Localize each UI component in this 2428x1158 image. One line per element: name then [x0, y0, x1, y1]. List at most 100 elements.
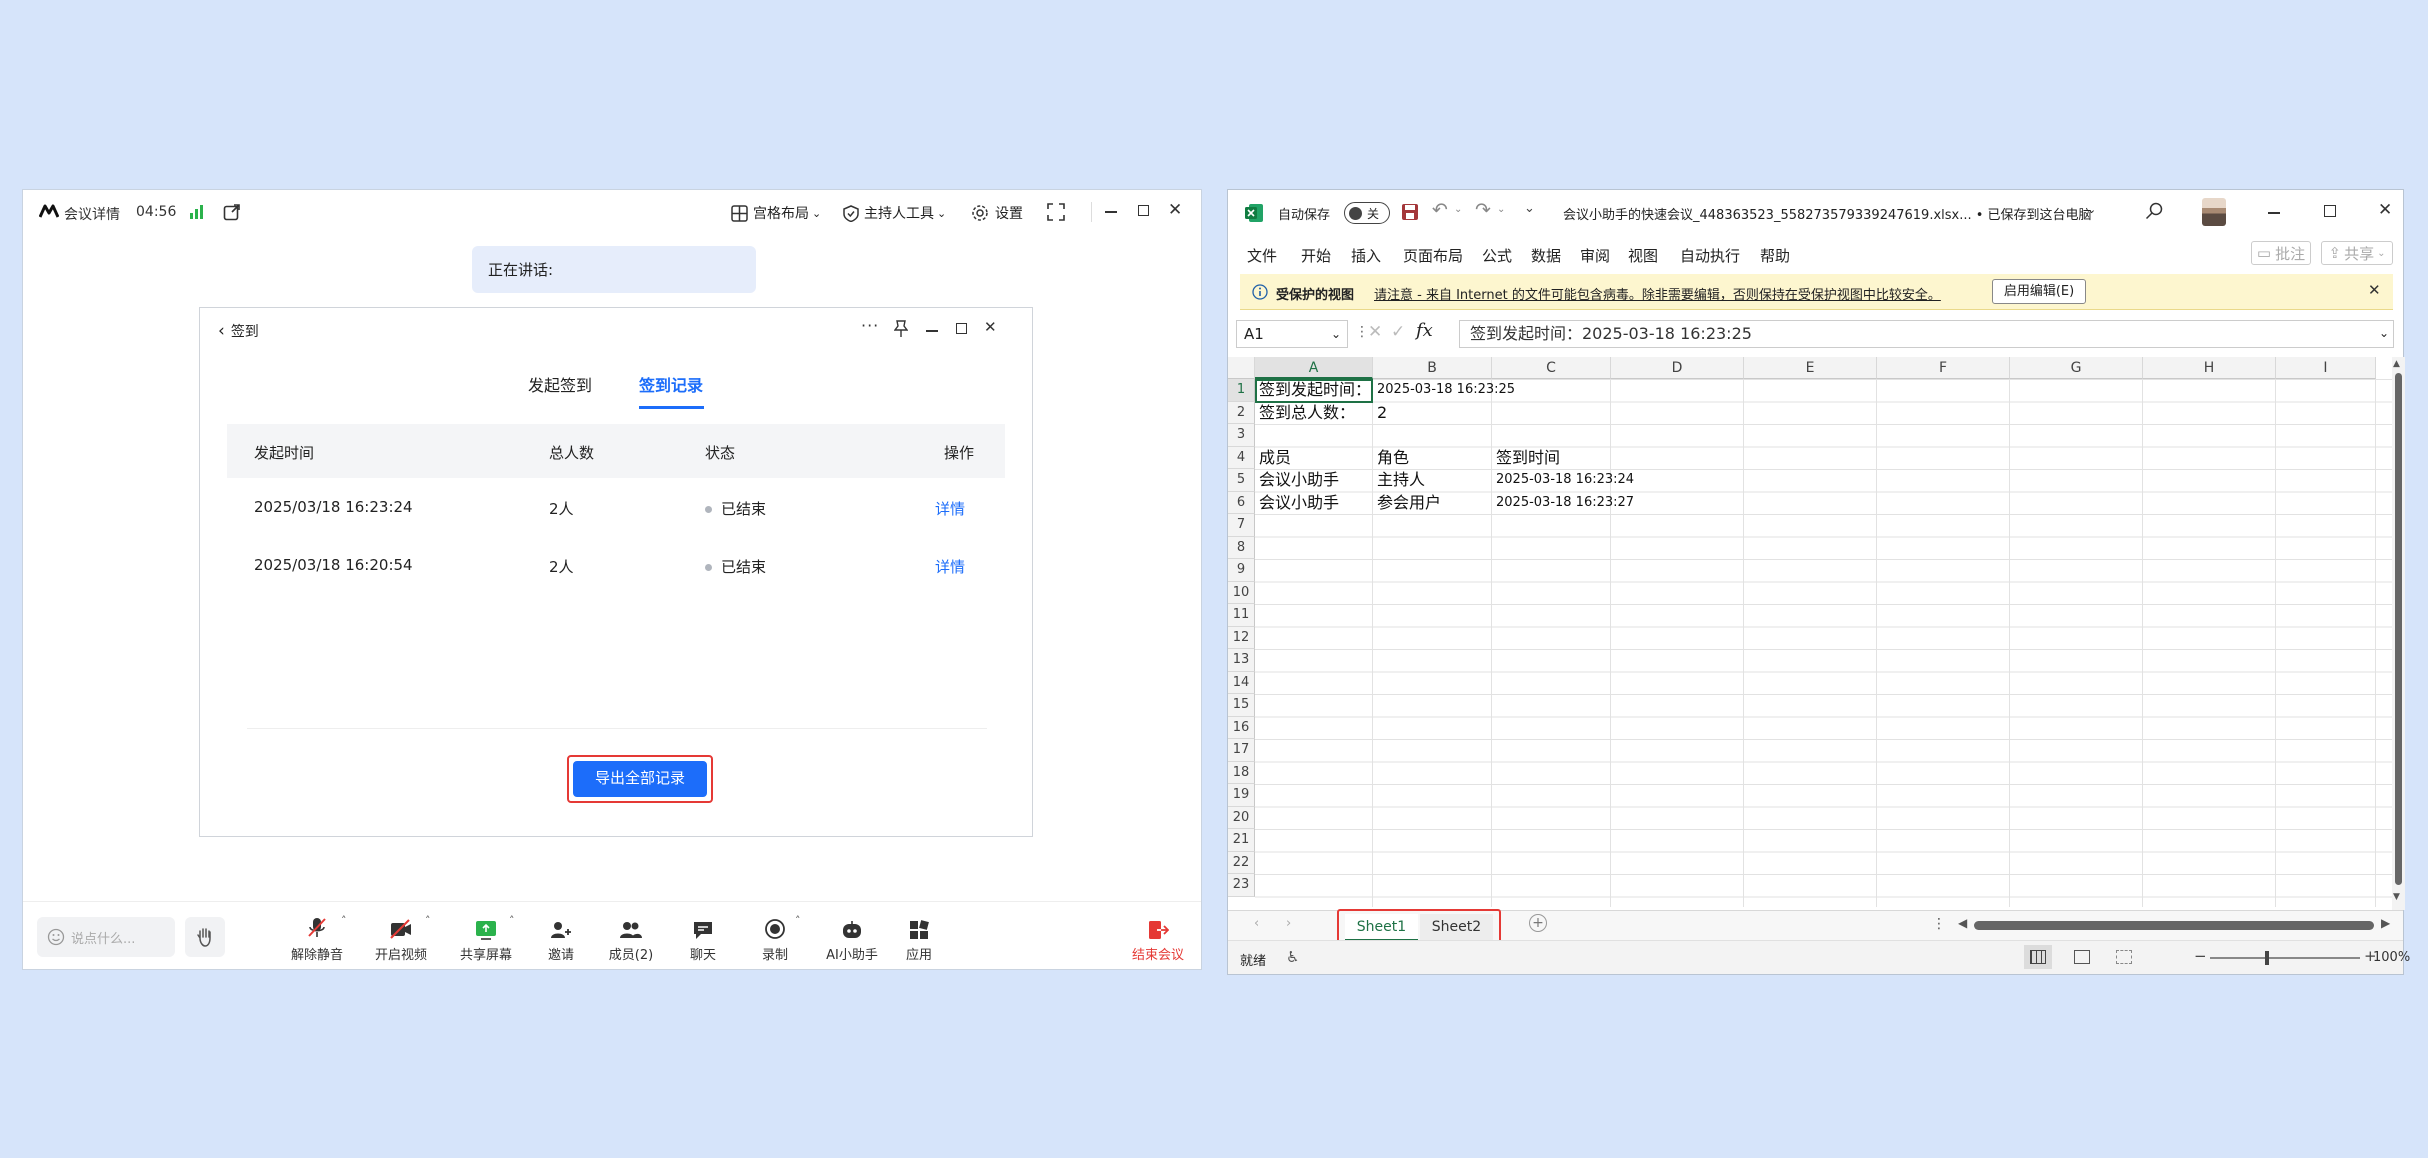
search-icon[interactable] [2145, 202, 2163, 220]
dialog-minimize-icon[interactable] [926, 330, 938, 332]
external-link-icon[interactable] [223, 203, 241, 221]
invite-button[interactable]: 邀请 [539, 916, 583, 963]
cell-c4[interactable]: 签到时间 [1493, 447, 1560, 470]
row-header-5[interactable]: 5 [1228, 469, 1255, 492]
menu-insert[interactable]: 插入 [1351, 245, 1381, 266]
menu-review[interactable]: 审阅 [1580, 245, 1610, 266]
chevron-down-icon[interactable]: ⌄ [2087, 203, 2096, 216]
customize-toolbar-icon[interactable]: ⌄ [1524, 201, 1535, 216]
page-break-view-icon[interactable] [2116, 950, 2132, 964]
chevron-down-icon[interactable]: ⌄ [1497, 204, 1505, 215]
scroll-left-icon[interactable]: ◀ [1958, 916, 1967, 930]
check-icon[interactable]: ✓ [1391, 322, 1405, 342]
column-header-d[interactable]: D [1611, 357, 1744, 379]
row-header-9[interactable]: 9 [1228, 559, 1255, 582]
tab-splitter-icon[interactable]: ⋮ [1932, 916, 1946, 932]
menu-page-layout[interactable]: 页面布局 [1403, 245, 1463, 266]
maximize-icon[interactable] [1138, 205, 1149, 216]
redo-icon[interactable]: ↷ [1475, 199, 1491, 221]
column-header-c[interactable]: C [1492, 357, 1611, 379]
row-header-1[interactable]: 1 [1228, 379, 1255, 402]
row-header-16[interactable]: 16 [1228, 716, 1255, 739]
row-header-12[interactable]: 12 [1228, 626, 1255, 649]
enable-editing-button[interactable]: 启用编辑(E) [1992, 279, 2086, 304]
row-header-19[interactable]: 19 [1228, 784, 1255, 807]
layout-button[interactable]: 宫格布局 ⌄ [731, 203, 821, 223]
tab-start-signin[interactable]: 发起签到 [528, 372, 592, 396]
select-all-corner[interactable] [1228, 357, 1255, 379]
chevron-up-icon[interactable]: ˄ [341, 914, 347, 927]
cancel-icon[interactable]: ✕ [1368, 322, 1382, 342]
cell-b2[interactable]: 2 [1374, 402, 1387, 425]
menu-formulas[interactable]: 公式 [1482, 245, 1512, 266]
chat-button[interactable]: 聊天 [681, 916, 725, 963]
formula-bar-menu-icon[interactable]: ⋮ [1355, 324, 1369, 340]
avatar[interactable] [2202, 198, 2226, 226]
cell-a6[interactable]: 会议小助手 [1256, 492, 1339, 515]
meeting-details-label[interactable]: 会议详情 [64, 204, 120, 224]
menu-help[interactable]: 帮助 [1760, 245, 1790, 266]
details-link[interactable]: 详情 [935, 556, 965, 577]
close-icon[interactable]: ✕ [2378, 200, 2392, 220]
fullscreen-icon[interactable] [1047, 203, 1065, 221]
cell-a4[interactable]: 成员 [1256, 447, 1291, 470]
raise-hand-button[interactable] [185, 917, 225, 957]
name-box[interactable]: A1 ⌄ [1236, 320, 1348, 348]
row-header-4[interactable]: 4 [1228, 446, 1255, 469]
column-header-a[interactable]: A [1255, 357, 1373, 379]
pin-icon[interactable] [894, 320, 908, 338]
cell-c5[interactable]: 2025-03-18 16:23:24 [1493, 469, 1634, 492]
row-header-2[interactable]: 2 [1228, 401, 1255, 424]
row-header-3[interactable]: 3 [1228, 424, 1255, 447]
column-header-f[interactable]: F [1877, 357, 2010, 379]
menu-home[interactable]: 开始 [1301, 245, 1331, 266]
more-icon[interactable]: ··· [861, 316, 879, 335]
cell-b5[interactable]: 主持人 [1374, 469, 1425, 492]
cell-b1[interactable]: 2025-03-18 16:23:25 [1374, 379, 1515, 402]
zoom-slider[interactable] [2210, 957, 2360, 959]
cell-b6[interactable]: 参会用户 [1374, 492, 1441, 515]
cell-b4[interactable]: 角色 [1374, 447, 1409, 470]
chevron-up-icon[interactable]: ˄ [425, 914, 431, 927]
tab-signin-records[interactable]: 签到记录 [639, 372, 703, 396]
apps-button[interactable]: 应用 [897, 916, 941, 963]
column-header-b[interactable]: B [1373, 357, 1492, 379]
column-header-i[interactable]: I [2276, 357, 2376, 379]
row-header-13[interactable]: 13 [1228, 649, 1255, 672]
members-button[interactable]: 成员(2) [601, 916, 661, 963]
ai-assistant-button[interactable]: AI小助手 [817, 916, 887, 963]
scroll-down-icon[interactable]: ▼ [2393, 892, 2400, 902]
row-header-17[interactable]: 17 [1228, 739, 1255, 762]
menu-file[interactable]: 文件 [1247, 245, 1277, 266]
cell-a2[interactable]: 签到总人数： [1256, 402, 1355, 425]
row-header-23[interactable]: 23 [1228, 874, 1255, 897]
scroll-right-icon[interactable]: ▶ [2381, 916, 2390, 930]
row-header-22[interactable]: 22 [1228, 851, 1255, 874]
host-tools-button[interactable]: 主持人工具 ⌄ [843, 203, 946, 223]
chevron-up-icon[interactable]: ˄ [509, 914, 515, 927]
cell-c6[interactable]: 2025-03-18 16:23:27 [1493, 492, 1634, 515]
zoom-slider-thumb[interactable] [2265, 951, 2269, 965]
row-header-14[interactable]: 14 [1228, 671, 1255, 694]
chat-input[interactable]: 说点什么... [37, 917, 175, 957]
close-banner-icon[interactable]: ✕ [2368, 281, 2381, 299]
menu-automate[interactable]: 自动执行 [1680, 245, 1740, 266]
column-header-h[interactable]: H [2143, 357, 2276, 379]
function-icon[interactable]: fx [1416, 320, 1433, 341]
menu-data[interactable]: 数据 [1531, 245, 1561, 266]
next-sheet-icon[interactable]: › [1286, 916, 1291, 931]
back-button[interactable]: ‹ 签到 [218, 321, 259, 341]
start-video-button[interactable]: 开启视频 [371, 916, 431, 963]
autosave-toggle[interactable]: 关 [1344, 202, 1390, 224]
record-button[interactable]: 录制 [753, 916, 797, 963]
chevron-down-icon[interactable]: ⌄ [1454, 204, 1462, 215]
scroll-up-icon[interactable]: ▲ [2393, 359, 2400, 369]
menu-view[interactable]: 视图 [1628, 245, 1658, 266]
zoom-out-icon[interactable]: − [2194, 947, 2207, 965]
dialog-maximize-icon[interactable] [956, 323, 967, 334]
file-title[interactable]: 会议小助手的快速会议_448363523_558273579339247619.… [1563, 204, 2092, 223]
minimize-icon[interactable] [1105, 211, 1117, 213]
row-header-10[interactable]: 10 [1228, 581, 1255, 604]
row-header-6[interactable]: 6 [1228, 491, 1255, 514]
save-icon[interactable] [1400, 202, 1420, 222]
